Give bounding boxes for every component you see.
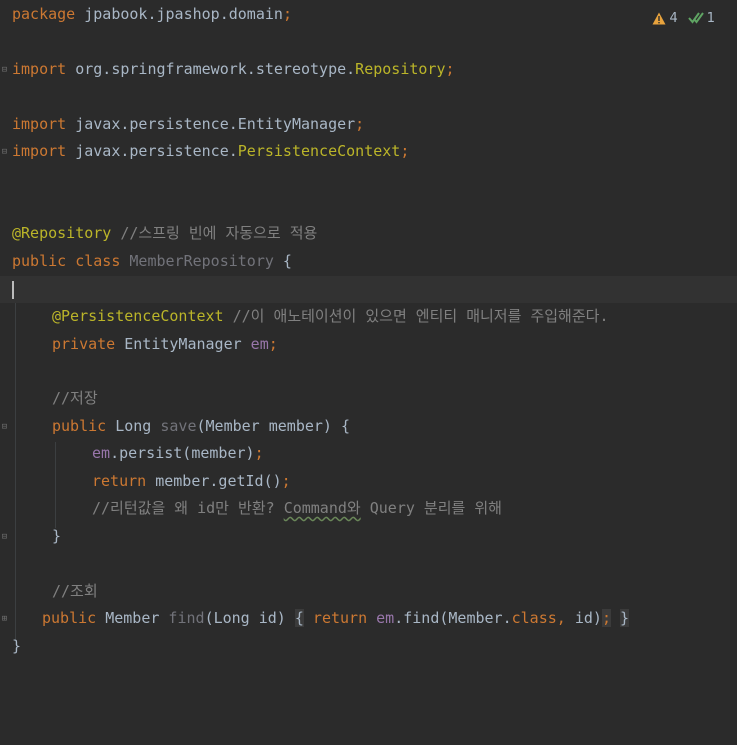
code-line[interactable]: import org.springframework.stereotype.Re…: [0, 56, 737, 83]
type-name: Member: [96, 609, 160, 627]
type-name: Long: [106, 417, 152, 435]
method-arg: id): [565, 609, 602, 627]
method-name: find: [159, 609, 205, 627]
method-params: (Member member) {: [196, 417, 351, 435]
keyword: package: [12, 5, 76, 23]
brace: }: [12, 637, 22, 655]
keyword: import: [12, 142, 67, 160]
semicolon: ;: [355, 115, 365, 133]
imported-class: PersistenceContext: [237, 142, 401, 160]
code-line[interactable]: @Repository //스프링 빈에 자동으로 적용: [0, 220, 737, 247]
imported-class: Repository: [355, 60, 446, 78]
current-line[interactable]: [0, 276, 737, 304]
keyword: import: [12, 60, 67, 78]
method-call: .find(Member.: [394, 609, 512, 627]
semicolon: ;: [400, 142, 410, 160]
method-params: (Long id): [204, 609, 295, 627]
annotation: @PersistenceContext: [52, 307, 224, 325]
folded-brace: {: [294, 609, 304, 627]
semicolon: ;: [601, 609, 611, 627]
comment: //이 애노테이션이 있으면 엔티티 매니저를 주입해준다.: [223, 307, 609, 325]
keyword: public class: [12, 252, 121, 270]
method-call: .persist(member): [110, 444, 255, 462]
semicolon: ;: [282, 5, 292, 23]
keyword: return: [303, 609, 368, 627]
brace: }: [52, 527, 62, 545]
keyword: public: [52, 417, 107, 435]
keyword: private: [52, 335, 116, 353]
package-name: jpabook.jpashop.domain: [75, 5, 283, 23]
method-name: save: [151, 417, 197, 435]
code-line[interactable]: public class MemberRepository {: [0, 248, 737, 275]
semicolon: ;: [281, 472, 291, 490]
field-name: em: [367, 609, 395, 627]
comment: //리턴값을 왜 id만 반환?: [92, 499, 284, 517]
code-line[interactable]: import javax.persistence.PersistenceCont…: [0, 138, 737, 165]
package-path: org.springframework.stereotype.: [66, 60, 356, 78]
code-line[interactable]: import javax.persistence.EntityManager;: [0, 111, 737, 138]
keyword: import: [12, 115, 67, 133]
semicolon: ;: [445, 60, 455, 78]
field-name: em: [241, 335, 269, 353]
code-line[interactable]: public Long save(Member member) {: [0, 413, 737, 440]
typo-word: Command와: [283, 499, 361, 517]
comment: Query 분리를 위해: [360, 499, 502, 517]
comment: //조회: [52, 582, 98, 600]
package-path: javax.persistence.EntityManager: [66, 115, 356, 133]
code-line[interactable]: }: [0, 523, 737, 550]
text-caret: [12, 281, 14, 299]
brace: {: [273, 252, 292, 270]
semicolon: ;: [268, 335, 278, 353]
code-editor[interactable]: 4 1 package jpabook.jpashop.domain; ⊟ im…: [0, 0, 737, 745]
code-line[interactable]: return member.getId();: [0, 468, 737, 495]
comment: //저장: [52, 389, 98, 407]
folded-brace: }: [620, 609, 630, 627]
comma: ,: [556, 609, 566, 627]
comment: //스프링 빈에 자동으로 적용: [111, 224, 318, 242]
type-name: EntityManager: [115, 335, 242, 353]
annotation: @Repository: [12, 224, 112, 242]
code-line[interactable]: //저장: [0, 385, 737, 412]
code-line[interactable]: package jpabook.jpashop.domain;: [0, 1, 737, 28]
field-name: em: [92, 444, 111, 462]
keyword: return: [92, 472, 147, 490]
package-path: javax.persistence.: [66, 142, 238, 160]
code-line[interactable]: //리턴값을 왜 id만 반환? Command와 Query 분리를 위해: [0, 495, 737, 522]
keyword: public: [42, 609, 97, 627]
method-call: member.getId(): [146, 472, 282, 490]
code-line[interactable]: public Member find(Long id) { return em.…: [0, 605, 737, 632]
keyword: class: [511, 609, 557, 627]
class-name: MemberRepository: [120, 252, 274, 270]
code-line[interactable]: //조회: [0, 578, 737, 605]
code-line[interactable]: }: [0, 633, 737, 660]
semicolon: ;: [254, 444, 264, 462]
code-line[interactable]: @PersistenceContext //이 애노테이션이 있으면 엔티티 매…: [0, 303, 737, 330]
code-line[interactable]: em.persist(member);: [0, 440, 737, 467]
code-line[interactable]: private EntityManager em;: [0, 331, 737, 358]
